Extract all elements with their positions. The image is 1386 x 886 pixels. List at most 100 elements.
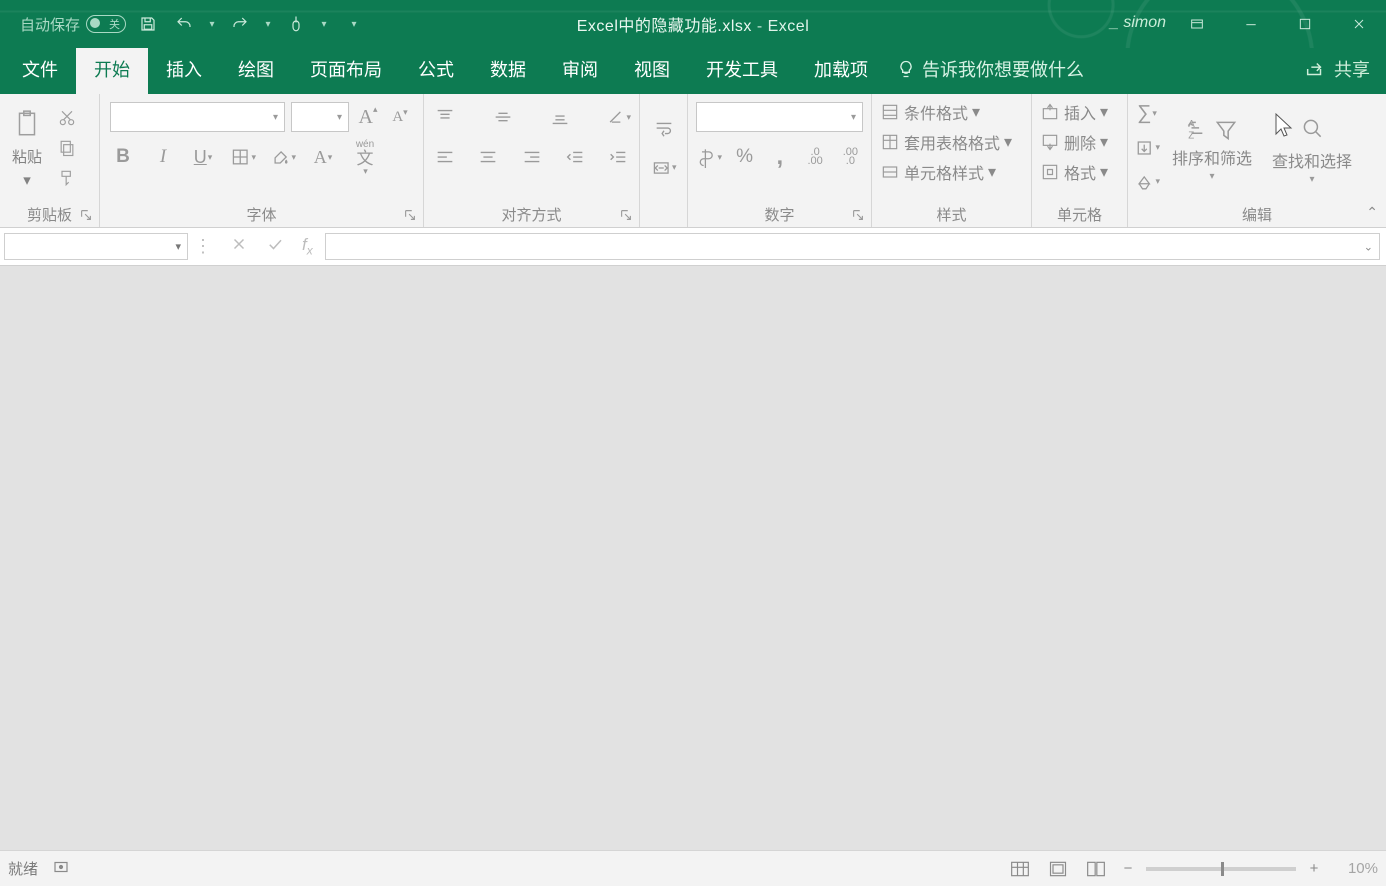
cut-icon[interactable]	[54, 106, 80, 130]
tab-addins[interactable]: 加载项	[796, 46, 886, 94]
tab-home[interactable]: 开始	[76, 46, 148, 94]
svg-text:Z: Z	[1188, 131, 1194, 142]
status-bar: 就绪 − + 10%	[0, 850, 1386, 886]
delete-cells-button[interactable]: 删除▾	[1040, 130, 1119, 154]
cancel-icon[interactable]	[230, 235, 248, 258]
tab-draw[interactable]: 绘图	[220, 46, 292, 94]
font-name-select[interactable]: ▾	[110, 102, 285, 132]
borders-icon[interactable]: ▾	[230, 144, 256, 170]
clear-icon[interactable]: ▾	[1134, 169, 1160, 195]
worksheet-area[interactable]	[0, 266, 1386, 850]
collapse-ribbon-icon[interactable]: ⌃	[1366, 204, 1378, 221]
zoom-slider[interactable]	[1146, 867, 1296, 871]
font-size-select[interactable]: ▾	[291, 102, 349, 132]
undo-dropdown-icon[interactable]	[206, 10, 218, 38]
view-page-break-icon[interactable]	[1082, 858, 1110, 880]
align-top-icon[interactable]	[432, 104, 458, 130]
decrease-decimal-icon[interactable]: .00.0	[838, 144, 863, 170]
merge-cells-icon[interactable]: ▾	[651, 155, 677, 181]
tab-insert[interactable]: 插入	[148, 46, 220, 94]
view-page-layout-icon[interactable]	[1044, 858, 1072, 880]
redo-dropdown-icon[interactable]	[262, 10, 274, 38]
align-bottom-icon[interactable]	[547, 104, 573, 130]
close-icon[interactable]	[1332, 0, 1386, 48]
cell-styles-button[interactable]: 单元格样式▾	[880, 160, 1023, 184]
redo-icon[interactable]	[226, 10, 254, 38]
minimize-icon[interactable]	[1224, 0, 1278, 48]
align-right-icon[interactable]	[519, 144, 545, 170]
account-name[interactable]: _ simon	[1110, 14, 1166, 32]
fill-icon[interactable]: ▾	[1134, 135, 1160, 161]
formula-input[interactable]: ⌄	[325, 233, 1380, 260]
macro-record-icon[interactable]	[52, 858, 70, 880]
zoom-level[interactable]: 10%	[1332, 860, 1378, 877]
dialog-launcher-icon[interactable]	[851, 208, 865, 222]
undo-icon[interactable]	[170, 10, 198, 38]
tab-review[interactable]: 审阅	[544, 46, 616, 94]
tab-data[interactable]: 数据	[472, 46, 544, 94]
ribbon-options-icon[interactable]	[1170, 0, 1224, 48]
align-middle-icon[interactable]	[490, 104, 516, 130]
search-icon	[1299, 115, 1325, 141]
maximize-icon[interactable]	[1278, 0, 1332, 48]
dialog-launcher-icon[interactable]	[619, 208, 633, 222]
chevron-down-icon: ▾	[175, 240, 181, 253]
tell-me[interactable]: 告诉我你想要做什么	[896, 56, 1084, 94]
dialog-launcher-icon[interactable]	[403, 208, 417, 222]
sort-filter-button[interactable]: AZ 排序和筛选 ▾	[1164, 113, 1260, 182]
shrink-font-icon[interactable]: A▾	[387, 104, 413, 130]
increase-decimal-icon[interactable]: .0.00	[803, 144, 828, 170]
wrap-text-icon[interactable]	[651, 115, 677, 141]
number-format-select[interactable]: ▾	[696, 102, 863, 132]
autosave-toggle[interactable]: 自动保存	[20, 14, 126, 35]
align-center-icon[interactable]	[475, 144, 501, 170]
accounting-format-icon[interactable]: ▾	[696, 144, 722, 170]
zoom-in-button[interactable]: +	[1306, 860, 1322, 877]
copy-icon[interactable]	[54, 136, 80, 160]
paste-button[interactable]: 粘贴 ▾	[6, 104, 48, 191]
touch-dropdown-icon[interactable]	[318, 10, 330, 38]
orientation-icon[interactable]: ▾	[605, 104, 631, 130]
qat-customize-icon[interactable]	[348, 10, 360, 38]
insert-cells-button[interactable]: 插入▾	[1040, 100, 1119, 124]
enter-icon[interactable]	[266, 235, 284, 258]
expand-formula-bar-icon[interactable]: ⌄	[1364, 240, 1373, 253]
touch-mode-icon[interactable]	[282, 10, 310, 38]
view-normal-icon[interactable]	[1006, 858, 1034, 880]
format-painter-icon[interactable]	[54, 166, 80, 190]
formula-bar-resizer[interactable]	[188, 228, 218, 265]
conditional-formatting-button[interactable]: 条件格式▾	[880, 100, 1023, 124]
save-icon[interactable]	[134, 10, 162, 38]
tab-file[interactable]: 文件	[4, 46, 76, 94]
bold-icon[interactable]: B	[110, 144, 136, 170]
underline-icon[interactable]: U▾	[190, 144, 216, 170]
tab-page-layout[interactable]: 页面布局	[292, 46, 400, 94]
grow-font-icon[interactable]: A▴	[355, 104, 381, 130]
format-as-table-button[interactable]: 套用表格格式▾	[880, 130, 1023, 154]
decrease-indent-icon[interactable]	[562, 144, 588, 170]
tab-view[interactable]: 视图	[616, 46, 688, 94]
name-box[interactable]: ▾	[4, 233, 188, 260]
tab-formulas[interactable]: 公式	[400, 46, 472, 94]
zoom-out-button[interactable]: −	[1120, 860, 1136, 877]
format-cells-button[interactable]: 格式▾	[1040, 160, 1119, 184]
group-wrap-merge: ▾	[640, 94, 688, 227]
font-color-icon[interactable]: A▾	[310, 144, 336, 170]
tab-developer[interactable]: 开发工具	[688, 46, 796, 94]
insert-function-icon[interactable]: fx	[302, 235, 313, 257]
autosum-icon[interactable]: ∑▾	[1134, 101, 1160, 127]
share-button[interactable]: 共享	[1304, 56, 1386, 94]
dialog-launcher-icon[interactable]	[79, 208, 93, 222]
italic-icon[interactable]: I	[150, 144, 176, 170]
cell-styles-icon	[880, 162, 900, 182]
group-clipboard: 粘贴 ▾ 剪贴板	[0, 94, 100, 227]
find-select-button[interactable]: 查找和选择 ▾	[1264, 111, 1360, 185]
align-left-icon[interactable]	[432, 144, 458, 170]
chevron-down-icon: ▾	[23, 171, 31, 189]
format-icon	[1040, 162, 1060, 182]
percent-icon[interactable]: %	[732, 144, 757, 170]
phonetic-guide-icon[interactable]: wén 文 ▾	[350, 144, 380, 170]
comma-icon[interactable]: ,	[767, 144, 792, 170]
increase-indent-icon[interactable]	[605, 144, 631, 170]
fill-color-icon[interactable]: ▾	[270, 144, 296, 170]
